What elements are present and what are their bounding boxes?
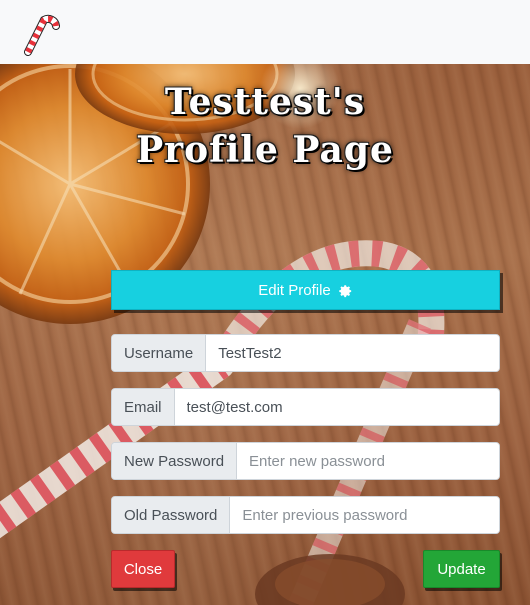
navbar bbox=[0, 0, 530, 64]
old-password-label: Old Password bbox=[112, 497, 231, 533]
new-password-field[interactable] bbox=[237, 443, 499, 479]
username-group: Username bbox=[111, 334, 500, 372]
username-label: Username bbox=[112, 335, 207, 371]
close-button[interactable]: Close bbox=[111, 550, 175, 588]
old-password-field[interactable] bbox=[230, 497, 499, 533]
old-password-group: Old Password bbox=[111, 496, 500, 534]
email-group: Email bbox=[111, 388, 500, 426]
new-password-group: New Password bbox=[111, 442, 500, 480]
gear-icon bbox=[339, 284, 351, 297]
email-label: Email bbox=[112, 389, 175, 425]
username-field[interactable] bbox=[206, 335, 499, 371]
edit-profile-button[interactable]: Edit Profile bbox=[111, 270, 500, 310]
update-button[interactable]: Update bbox=[423, 550, 500, 588]
page-title: Testtest's Profile Page bbox=[136, 81, 394, 171]
candy-cane-icon[interactable] bbox=[18, 6, 60, 56]
new-password-label: New Password bbox=[112, 443, 238, 479]
email-field[interactable] bbox=[174, 389, 499, 425]
edit-profile-label: Edit Profile bbox=[258, 281, 331, 299]
